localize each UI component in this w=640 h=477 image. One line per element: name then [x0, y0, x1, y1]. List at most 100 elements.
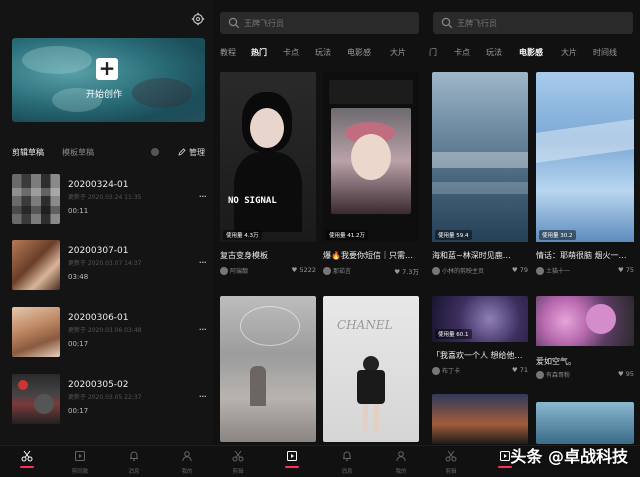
start-creation-label: 开始创作	[86, 90, 123, 100]
draft-thumbnail	[12, 307, 60, 357]
tab-label: 剪同款	[71, 469, 89, 475]
category-tab-active[interactable]: 热门	[251, 47, 267, 58]
more-icon[interactable]: ···	[199, 323, 207, 336]
template-card[interactable]: 使用量 30.2 情话：耶萌很脑 烟火一… 土猫十一 ♥ 75	[536, 72, 634, 282]
draft-item[interactable]: 20200324-01 更新于 2020.03.24 11:35 00:11 ·…	[12, 174, 208, 224]
draft-name: 20200305-02	[68, 380, 129, 390]
like-count: ♥ 5222	[291, 266, 316, 274]
template-card[interactable]: CHANEL	[323, 296, 419, 442]
template-author: 布丁卡	[432, 366, 460, 375]
more-icon[interactable]: ···	[199, 390, 207, 403]
scissors-icon	[232, 450, 244, 462]
search-input[interactable]: 王牌飞行员	[433, 12, 633, 34]
tab-label: 剪辑	[232, 469, 244, 475]
manage-button[interactable]: 管理	[178, 147, 205, 158]
active-indicator	[285, 466, 299, 468]
scissors-icon	[21, 450, 33, 462]
bell-icon	[343, 451, 351, 462]
template-thumbnail	[432, 394, 528, 444]
draft-item[interactable]: 20200305-02 更新于 2020.03.05 22:37 00:17 ·…	[12, 374, 208, 424]
editor-panel: + 开始创作 剪辑草稿 模板草稿 管理 20200324-01 更新于 2020…	[0, 0, 213, 477]
user-icon	[182, 451, 192, 462]
tab-edit[interactable]: 剪辑	[221, 450, 255, 475]
avatar	[323, 267, 331, 275]
template-card[interactable]: 使用量 60.1 「我喜欢一个人 想给他… 布丁卡 ♥ 71	[432, 296, 528, 382]
tab-profile[interactable]: 我的	[170, 450, 204, 475]
category-tabs: 教程 热门 卡点 玩法 电影感 大片	[213, 47, 426, 61]
template-author: 有森哥粉	[536, 370, 570, 379]
category-tab[interactable]: 时间线	[593, 47, 617, 58]
category-tab[interactable]: 门	[429, 47, 437, 58]
template-author: 土猫十一	[536, 266, 570, 275]
template-card[interactable]	[536, 402, 634, 444]
tab-label: 我的	[395, 469, 407, 475]
avatar	[536, 267, 544, 275]
template-card[interactable]: 使用量 41.2万 爆🔥我要你短信｜只需… 那茹言 ♥ 7.3万	[323, 72, 419, 282]
tab-messages[interactable]: 消息	[117, 450, 151, 475]
template-thumbnail: 使用量 60.1	[432, 296, 528, 342]
template-icon	[287, 451, 297, 461]
draft-duration: 03:48	[68, 273, 89, 281]
draft-duration: 00:17	[68, 407, 89, 415]
category-tab-active[interactable]: 电影感	[519, 47, 543, 58]
templates-panel-hot: 王牌飞行员 教程 热门 卡点 玩法 电影感 大片 NO SIGNAL 使用量 4…	[213, 0, 426, 477]
search-input[interactable]: 王牌飞行员	[220, 12, 419, 34]
category-tab[interactable]: 电影感	[347, 47, 371, 58]
tab-edit[interactable]: 剪辑	[434, 450, 468, 475]
category-tab[interactable]: 卡点	[283, 47, 299, 58]
gear-icon[interactable]	[191, 12, 205, 26]
template-thumbnail	[536, 296, 634, 346]
category-tab[interactable]: 大片	[390, 47, 406, 58]
likes-value: 5222	[299, 266, 316, 274]
category-tab[interactable]: 卡点	[454, 47, 470, 58]
tab-template[interactable]	[275, 450, 309, 468]
draft-updated: 更新于 2020.03.05 22:37	[68, 394, 142, 401]
avatar	[432, 267, 440, 275]
draft-thumbnail	[12, 240, 60, 290]
tab-messages[interactable]: 消息	[330, 450, 364, 475]
category-tab[interactable]: 玩法	[486, 47, 502, 58]
template-card[interactable]: 使用量 59.4 海和蓝~林深时见鹿… 小林的剪映主页 ♥ 79	[432, 72, 528, 282]
tab-template[interactable]: 剪同款	[63, 450, 97, 475]
search-icon	[228, 17, 240, 29]
tab-edit-drafts[interactable]: 剪辑草稿	[12, 147, 44, 158]
draft-name: 20200307-01	[68, 246, 129, 256]
tab-edit[interactable]	[10, 450, 44, 468]
template-thumbnail: CHANEL	[323, 296, 419, 442]
help-icon[interactable]	[151, 148, 159, 156]
draft-item[interactable]: 20200307-01 更新于 2020.03.07 14:37 03:48 ·…	[12, 240, 208, 290]
template-thumbnail: 使用量 59.4	[432, 72, 528, 242]
like-count: ♥ 71	[511, 366, 528, 374]
edit-icon	[178, 148, 187, 156]
start-creation-card[interactable]	[12, 38, 205, 122]
usage-count: 使用量 4.3万	[223, 230, 262, 240]
tab-profile[interactable]: 我的	[384, 450, 418, 475]
more-icon[interactable]: ···	[199, 256, 207, 269]
draft-item[interactable]: 20200306-01 更新于 2020.03.06 03:48 00:17 ·…	[12, 307, 208, 357]
draft-thumbnail	[12, 174, 60, 224]
template-title: 复古变身模板	[220, 251, 268, 260]
author-name: 那茹言	[333, 268, 352, 275]
templates-panel-cinematic: 王牌飞行员 门 卡点 玩法 电影感 大片 时间线 使用量 59.4 海和蓝~林深…	[426, 0, 640, 477]
plus-icon[interactable]: +	[96, 58, 118, 80]
draft-duration: 00:17	[68, 340, 89, 348]
tab-label: 剪辑	[445, 469, 457, 475]
tab-template-drafts[interactable]: 模板草稿	[62, 147, 94, 158]
thumbnail-caption-art: NO SIGNAL	[228, 196, 277, 206]
template-card[interactable]: 爱如空气。 有森哥粉 ♥ 95	[536, 296, 634, 382]
template-thumbnail: 使用量 30.2	[536, 72, 634, 242]
thumbnail-caption-art: CHANEL	[337, 318, 393, 332]
draft-updated: 更新于 2020.03.24 11:35	[68, 194, 142, 201]
avatar	[536, 371, 544, 379]
active-indicator	[20, 466, 34, 468]
usage-count: 使用量 41.2万	[326, 230, 368, 240]
category-tab[interactable]: 教程	[220, 47, 236, 58]
template-card[interactable]	[220, 296, 316, 442]
category-tab[interactable]: 玩法	[315, 47, 331, 58]
template-card[interactable]: NO SIGNAL 使用量 4.3万 复古变身模板 阿瑞靓 ♥ 5222	[220, 72, 316, 282]
template-card[interactable]	[432, 394, 528, 444]
draft-tabs: 剪辑草稿 模板草稿 管理	[12, 147, 205, 161]
category-tab[interactable]: 大片	[561, 47, 577, 58]
template-author: 小林的剪映主页	[432, 266, 484, 275]
more-icon[interactable]: ···	[199, 190, 207, 203]
